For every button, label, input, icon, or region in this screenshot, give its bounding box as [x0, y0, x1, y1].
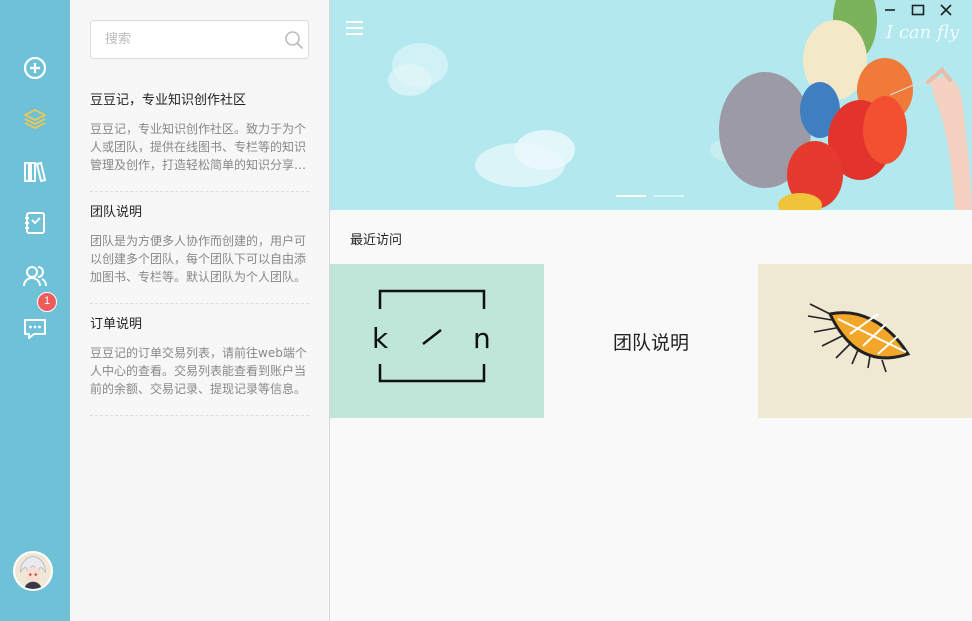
- search-input[interactable]: [105, 21, 275, 58]
- add-circle-icon[interactable]: [21, 54, 49, 82]
- recent-card-label: 团队说明: [612, 331, 689, 354]
- document-title: 豆豆记，专业知识创作社区: [90, 93, 247, 108]
- document-summary: 豆豆记的订单交易列表，请前往web端个人中心的查看。交易列表能查看到账户当前的余…: [90, 346, 307, 396]
- list-item[interactable]: 豆豆记，专业知识创作社区 豆豆记，专业知识创作社区。致力于为个人或团队，提供在线…: [90, 80, 309, 192]
- window-controls: [882, 2, 954, 18]
- document-list-panel: 豆豆记，专业知识创作社区 豆豆记，专业知识创作社区。致力于为个人或团队，提供在线…: [70, 0, 330, 621]
- kn-logo: k n: [372, 289, 491, 383]
- document-summary: 豆豆记，专业知识创作社区。致力于为个人或团队，提供在线图书、专栏等的知识管理及创…: [90, 122, 307, 172]
- notification-badge: 1: [37, 292, 57, 312]
- logo-letter-n: n: [473, 322, 491, 355]
- main-content: I can fly 最近访问 k n 团队说明: [330, 0, 972, 621]
- team-icon[interactable]: [21, 262, 49, 290]
- close-icon[interactable]: [938, 2, 954, 18]
- document-title: 团队说明: [90, 205, 143, 220]
- recent-visits-title: 最近访问: [350, 233, 403, 248]
- carousel-indicators: [616, 195, 684, 197]
- list-item[interactable]: 团队说明 团队是为方便多人协作而创建的，用户可以创建多个团队，每个团队下可以自由…: [90, 192, 309, 304]
- notebook-icon[interactable]: [21, 209, 49, 237]
- logo-letter-k: k: [372, 322, 389, 355]
- document-summary: 团队是为方便多人协作而创建的，用户可以创建多个团队，每个团队下可以自由添加图书、…: [90, 234, 307, 284]
- recent-card[interactable]: [758, 264, 972, 418]
- carousel-dot[interactable]: [616, 195, 646, 197]
- minimize-icon[interactable]: [882, 2, 898, 18]
- recent-card[interactable]: 团队说明: [544, 264, 758, 418]
- message-icon[interactable]: [21, 315, 49, 343]
- hamburger-menu-icon[interactable]: [344, 19, 366, 37]
- user-avatar[interactable]: [13, 551, 53, 591]
- banner-carousel[interactable]: I can fly: [330, 0, 972, 210]
- recent-card[interactable]: k n: [330, 264, 544, 418]
- document-list: 豆豆记，专业知识创作社区 豆豆记，专业知识创作社区。致力于为个人或团队，提供在线…: [90, 80, 309, 416]
- maximize-icon[interactable]: [910, 2, 926, 18]
- banner-image: [388, 0, 972, 210]
- document-title: 订单说明: [90, 317, 143, 332]
- icon-rail: 1: [0, 0, 70, 621]
- carousel-dot[interactable]: [654, 195, 684, 197]
- books-icon[interactable]: [21, 158, 49, 186]
- banner-caption: I can fly: [886, 22, 960, 43]
- orange-eye-illustration: [807, 303, 911, 373]
- list-item[interactable]: 订单说明 豆豆记的订单交易列表，请前往web端个人中心的查看。交易列表能查看到账…: [90, 304, 309, 416]
- search-icon[interactable]: [284, 30, 304, 50]
- recent-visits-list: k n 团队说明: [330, 264, 972, 418]
- layers-icon[interactable]: [21, 105, 49, 133]
- search-box: [90, 20, 309, 59]
